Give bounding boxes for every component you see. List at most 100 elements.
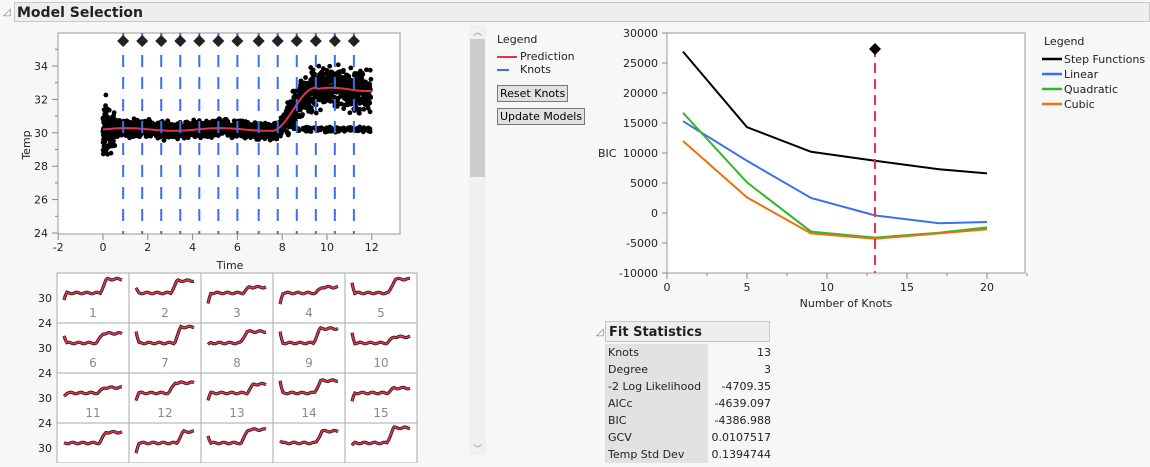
x-tick-label: -2: [53, 241, 64, 254]
data-point: [278, 133, 283, 139]
data-point: [101, 143, 107, 149]
x-tick-label: 15: [900, 281, 914, 294]
y-tick-label: 0: [651, 207, 658, 220]
y-tick-label: 24: [38, 367, 52, 380]
subject-label: 8: [233, 356, 241, 370]
legend-label: Quadratic: [1064, 83, 1118, 96]
vertical-scrollbar[interactable]: ︿ ﹀: [469, 25, 486, 455]
data-point: [359, 76, 365, 82]
fit-statistics-toggle-icon[interactable]: ◿: [596, 325, 604, 338]
fit-stat-value: -4386.988: [714, 414, 771, 427]
data-point: [119, 132, 124, 138]
subject-label: 5: [377, 306, 385, 320]
data-point: [325, 71, 331, 77]
data-point: [286, 130, 291, 136]
data-point: [325, 93, 330, 99]
data-point: [313, 110, 319, 116]
data-point: [303, 75, 308, 80]
data-point: [296, 112, 302, 118]
subject-label: 2: [161, 306, 169, 320]
x-axis-label: Number of Knots: [800, 297, 893, 310]
fit-stat-value: -4709.35: [721, 380, 771, 393]
legend-item-knots[interactable]: Knots: [497, 63, 575, 76]
x-tick-label: 10: [320, 241, 334, 254]
data-point: [102, 139, 108, 145]
data-point: [267, 137, 273, 143]
y-tick-label: 5000: [630, 177, 658, 190]
data-point: [342, 127, 347, 133]
subject-label: 13: [229, 406, 244, 420]
fit-stat-label: Degree: [605, 361, 708, 378]
data-point: [310, 72, 316, 78]
x-tick-label: 0: [100, 241, 107, 254]
fit-stat-value: 13: [757, 346, 771, 359]
x-tick-label: 6: [234, 241, 241, 254]
data-point: [356, 82, 361, 88]
legend-label: Cubic: [1064, 98, 1095, 111]
fit-statistics-header[interactable]: Fit Statistics: [605, 321, 770, 342]
fit-stat-value: 3: [764, 363, 771, 376]
data-point: [361, 106, 367, 112]
data-point: [154, 131, 160, 137]
y-tick-label: -10000: [619, 267, 658, 280]
x-tick-label: 0: [664, 281, 671, 294]
data-point: [356, 110, 362, 116]
data-point: [209, 133, 214, 139]
x-tick-label: 12: [365, 241, 379, 254]
legend-item-prediction[interactable]: Prediction: [497, 50, 575, 63]
fit-stat-row: -2 Log Likelihood -4709.35: [605, 378, 774, 395]
y-tick-label: -5000: [626, 237, 658, 250]
fit-stat-label: AICc: [605, 395, 708, 412]
y-tick-label: 34: [34, 60, 48, 73]
data-point: [354, 125, 360, 131]
data-point: [191, 119, 197, 125]
data-point: [148, 130, 154, 136]
y-tick-label: 24: [38, 417, 52, 430]
scroll-down-icon[interactable]: ﹀: [469, 442, 486, 455]
data-point: [361, 92, 367, 98]
update-models-button[interactable]: Update Models: [497, 108, 586, 125]
data-point: [216, 116, 222, 122]
legend-label: Step Functions: [1064, 53, 1145, 66]
data-point: [321, 80, 326, 85]
data-point: [306, 107, 312, 113]
data-point: [252, 120, 258, 126]
data-point: [322, 129, 328, 135]
subject-label: 7: [161, 356, 169, 370]
data-point: [346, 79, 352, 85]
data-point: [341, 106, 347, 111]
data-point: [169, 132, 175, 138]
y-tick-label: 20000: [623, 87, 658, 100]
data-point: [335, 62, 341, 68]
y-tick-label: 24: [34, 227, 48, 240]
fit-stat-label: -2 Log Likelihood: [605, 378, 708, 395]
outline-toggle-icon[interactable]: ◿: [3, 5, 11, 18]
data-point: [366, 81, 372, 87]
data-point: [111, 113, 116, 119]
subject-label: 3: [233, 306, 241, 320]
data-point: [134, 131, 140, 137]
x-tick-label: 5: [744, 281, 751, 294]
fit-stat-label: BIC: [605, 412, 708, 429]
time-temp-plot: 242628303234-2 0 2 4 6 8 10 12TimeTemp: [20, 32, 401, 272]
data-point: [247, 133, 253, 139]
data-point: [310, 67, 316, 73]
scroll-up-icon[interactable]: ︿: [469, 25, 486, 39]
data-point: [252, 133, 258, 139]
reset-knots-button[interactable]: Reset Knots: [497, 85, 569, 102]
x-tick-label: 8: [279, 241, 286, 254]
model-selection-header[interactable]: Model Selection: [14, 2, 1150, 22]
data-point: [319, 93, 325, 99]
data-point: [100, 132, 106, 138]
y-tick-label: 30: [38, 392, 52, 405]
subject-label: 14: [301, 406, 316, 420]
fit-stat-label: Knots: [605, 344, 708, 361]
data-point: [105, 115, 111, 121]
y-tick-label: 24: [38, 317, 52, 330]
data-point: [347, 94, 353, 100]
x-tick-label: 2: [144, 241, 151, 254]
data-point: [348, 65, 354, 71]
scrollbar-thumb[interactable]: [470, 39, 485, 177]
data-point: [219, 131, 225, 136]
y-tick-label: 30: [38, 292, 52, 305]
